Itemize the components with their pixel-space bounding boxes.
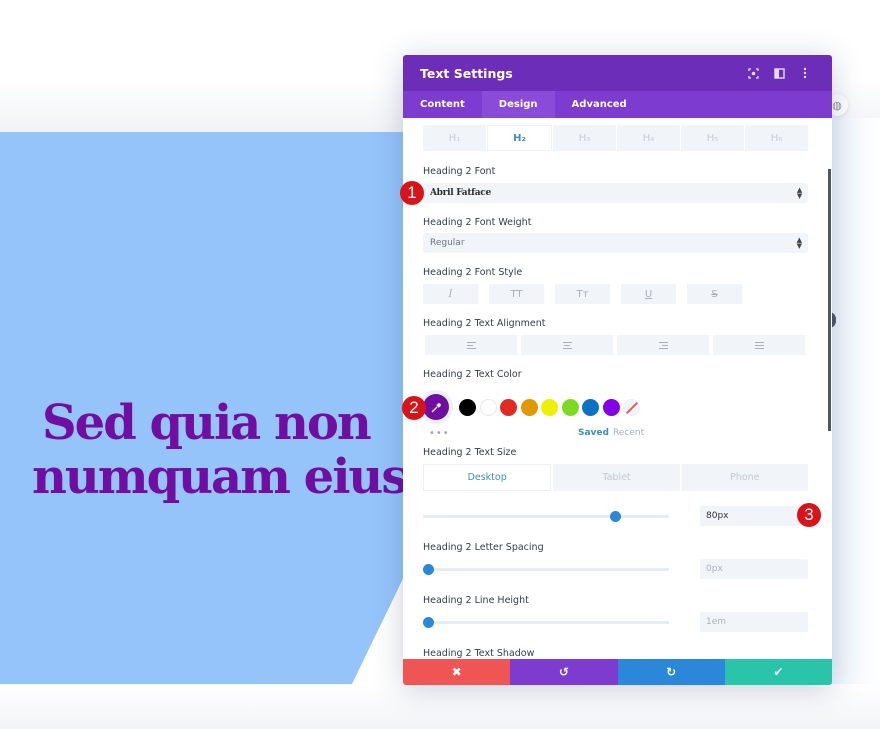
align-justify-button[interactable] (713, 335, 805, 355)
no-color-swatch[interactable] (623, 398, 640, 416)
heading-level-tabs: H₁ H₂ H₃ H₄ H₅ H₆ (423, 125, 808, 151)
panel-scrollbar[interactable] (828, 169, 831, 431)
color-swatch[interactable] (520, 398, 538, 416)
slider-handle[interactable] (422, 564, 434, 575)
heading-line: Sed quia non (42, 395, 372, 451)
cancel-button[interactable]: ✖ (403, 659, 511, 685)
page: Sed quia non numquam eius ◍ Text Setting… (0, 0, 880, 729)
right-gutter (832, 118, 880, 684)
undo-icon: ↺ (558, 665, 569, 679)
select-arrows-icon: ▲ ▼ (796, 185, 802, 200)
saved-colors-tab[interactable]: Saved (578, 428, 609, 438)
focus-icon[interactable] (743, 63, 763, 83)
align-justify-icon (754, 341, 764, 349)
color-palette (423, 394, 644, 420)
heading-tab-h4[interactable]: H₄ (617, 125, 680, 151)
panel-title: Text Settings (420, 65, 513, 81)
color-swatch[interactable] (582, 398, 599, 416)
heading-tab-h1[interactable]: H₁ (423, 125, 486, 151)
tab-content[interactable]: Content (403, 91, 482, 118)
color-swatch[interactable] (459, 398, 476, 416)
uppercase-button[interactable]: TT (489, 284, 544, 304)
italic-button[interactable]: I (423, 284, 478, 304)
color-swatch[interactable] (602, 398, 620, 416)
font-weight-select[interactable]: Regular ▲ ▼ (423, 233, 808, 253)
redo-button[interactable]: ↻ (617, 659, 725, 685)
save-button[interactable]: ✔ (724, 659, 832, 685)
strikethrough-button[interactable]: S (687, 284, 742, 304)
slider-handle[interactable] (422, 617, 434, 628)
panel-header[interactable]: Text Settings (403, 55, 832, 91)
letter-spacing-slider[interactable] (422, 564, 669, 575)
text-size-slider[interactable] (423, 511, 669, 522)
check-icon: ✔ (773, 665, 784, 679)
font-select-value: Abril Fatface (430, 188, 491, 198)
bottom-section (0, 684, 880, 729)
hero-heading[interactable]: Sed quia non numquam eius (32, 396, 412, 504)
more-options-icon[interactable] (795, 63, 815, 83)
color-swatch[interactable] (479, 398, 497, 416)
heading-line: numquam eius (32, 449, 408, 505)
close-icon: ✖ (451, 665, 462, 679)
text-shadow-label: Heading 2 Text Shadow (423, 648, 535, 659)
capitalize-button[interactable]: Tᴛ (555, 284, 610, 304)
font-label: Heading 2 Font (423, 166, 496, 177)
split-view-icon[interactable] (769, 63, 789, 83)
recent-colors-tab[interactable]: Recent (613, 428, 644, 438)
line-height-slider[interactable] (422, 617, 669, 628)
device-tab-desktop[interactable]: Desktop (423, 464, 552, 491)
panel-tabs: Content Design Advanced (403, 91, 832, 118)
align-center-icon (562, 341, 572, 349)
text-size-input[interactable]: 80px (700, 506, 808, 526)
color-swatch[interactable] (500, 398, 517, 416)
letter-spacing-input[interactable]: 0px (700, 559, 808, 579)
text-size-label: Heading 2 Text Size (423, 447, 517, 458)
font-weight-label: Heading 2 Font Weight (423, 217, 532, 228)
heading-tab-h5[interactable]: H₅ (681, 125, 744, 151)
color-swatch[interactable] (561, 398, 579, 416)
font-weight-value: Regular (430, 238, 465, 248)
panel-body: H₁ H₂ H₃ H₄ H₅ H₆ Heading 2 Font Abril F… (403, 118, 832, 659)
alignment-label: Heading 2 Text Alignment (423, 318, 546, 329)
device-tabs: Desktop Tablet Phone (423, 464, 808, 491)
color-swatch[interactable] (541, 398, 558, 416)
line-height-label: Heading 2 Line Height (423, 595, 529, 606)
line-height-input[interactable]: 1em (700, 612, 808, 632)
device-tab-tablet[interactable]: Tablet (553, 464, 680, 491)
panel-footer: ✖ ↺ ↻ ✔ (403, 659, 832, 685)
step-marker-1: 1 (400, 181, 424, 205)
step-marker-2: 2 (402, 396, 426, 420)
font-style-buttons: I TT Tᴛ U S (423, 284, 742, 304)
alignment-buttons (425, 335, 805, 355)
font-select[interactable]: Abril Fatface ▲ ▼ (423, 183, 808, 203)
select-arrows-icon: ▲ ▼ (796, 236, 802, 250)
tab-design[interactable]: Design (481, 91, 555, 118)
slider-handle[interactable] (609, 511, 621, 522)
font-style-label: Heading 2 Font Style (423, 267, 523, 278)
undo-button[interactable]: ↺ (510, 659, 618, 685)
align-left-icon (466, 341, 476, 349)
tab-advanced[interactable]: Advanced (555, 91, 644, 118)
eyedropper-icon[interactable] (423, 394, 449, 420)
text-settings-panel: Text Settings Content Design Advanced H₁… (403, 55, 832, 685)
step-marker-3: 3 (797, 503, 821, 527)
heading-tab-h6[interactable]: H₆ (745, 125, 808, 151)
redo-icon: ↻ (666, 665, 677, 679)
underline-button[interactable]: U (621, 284, 676, 304)
device-tab-phone[interactable]: Phone (681, 464, 808, 491)
align-right-button[interactable] (617, 335, 709, 355)
heading-tab-h3[interactable]: H₃ (553, 125, 616, 151)
align-left-button[interactable] (425, 335, 517, 355)
heading-tab-h2[interactable]: H₂ (487, 125, 552, 151)
align-right-icon (658, 341, 668, 349)
letter-spacing-label: Heading 2 Letter Spacing (423, 542, 544, 553)
more-colors-button[interactable]: ••• (429, 428, 450, 439)
align-center-button[interactable] (521, 335, 613, 355)
text-color-label: Heading 2 Text Color (423, 369, 522, 380)
